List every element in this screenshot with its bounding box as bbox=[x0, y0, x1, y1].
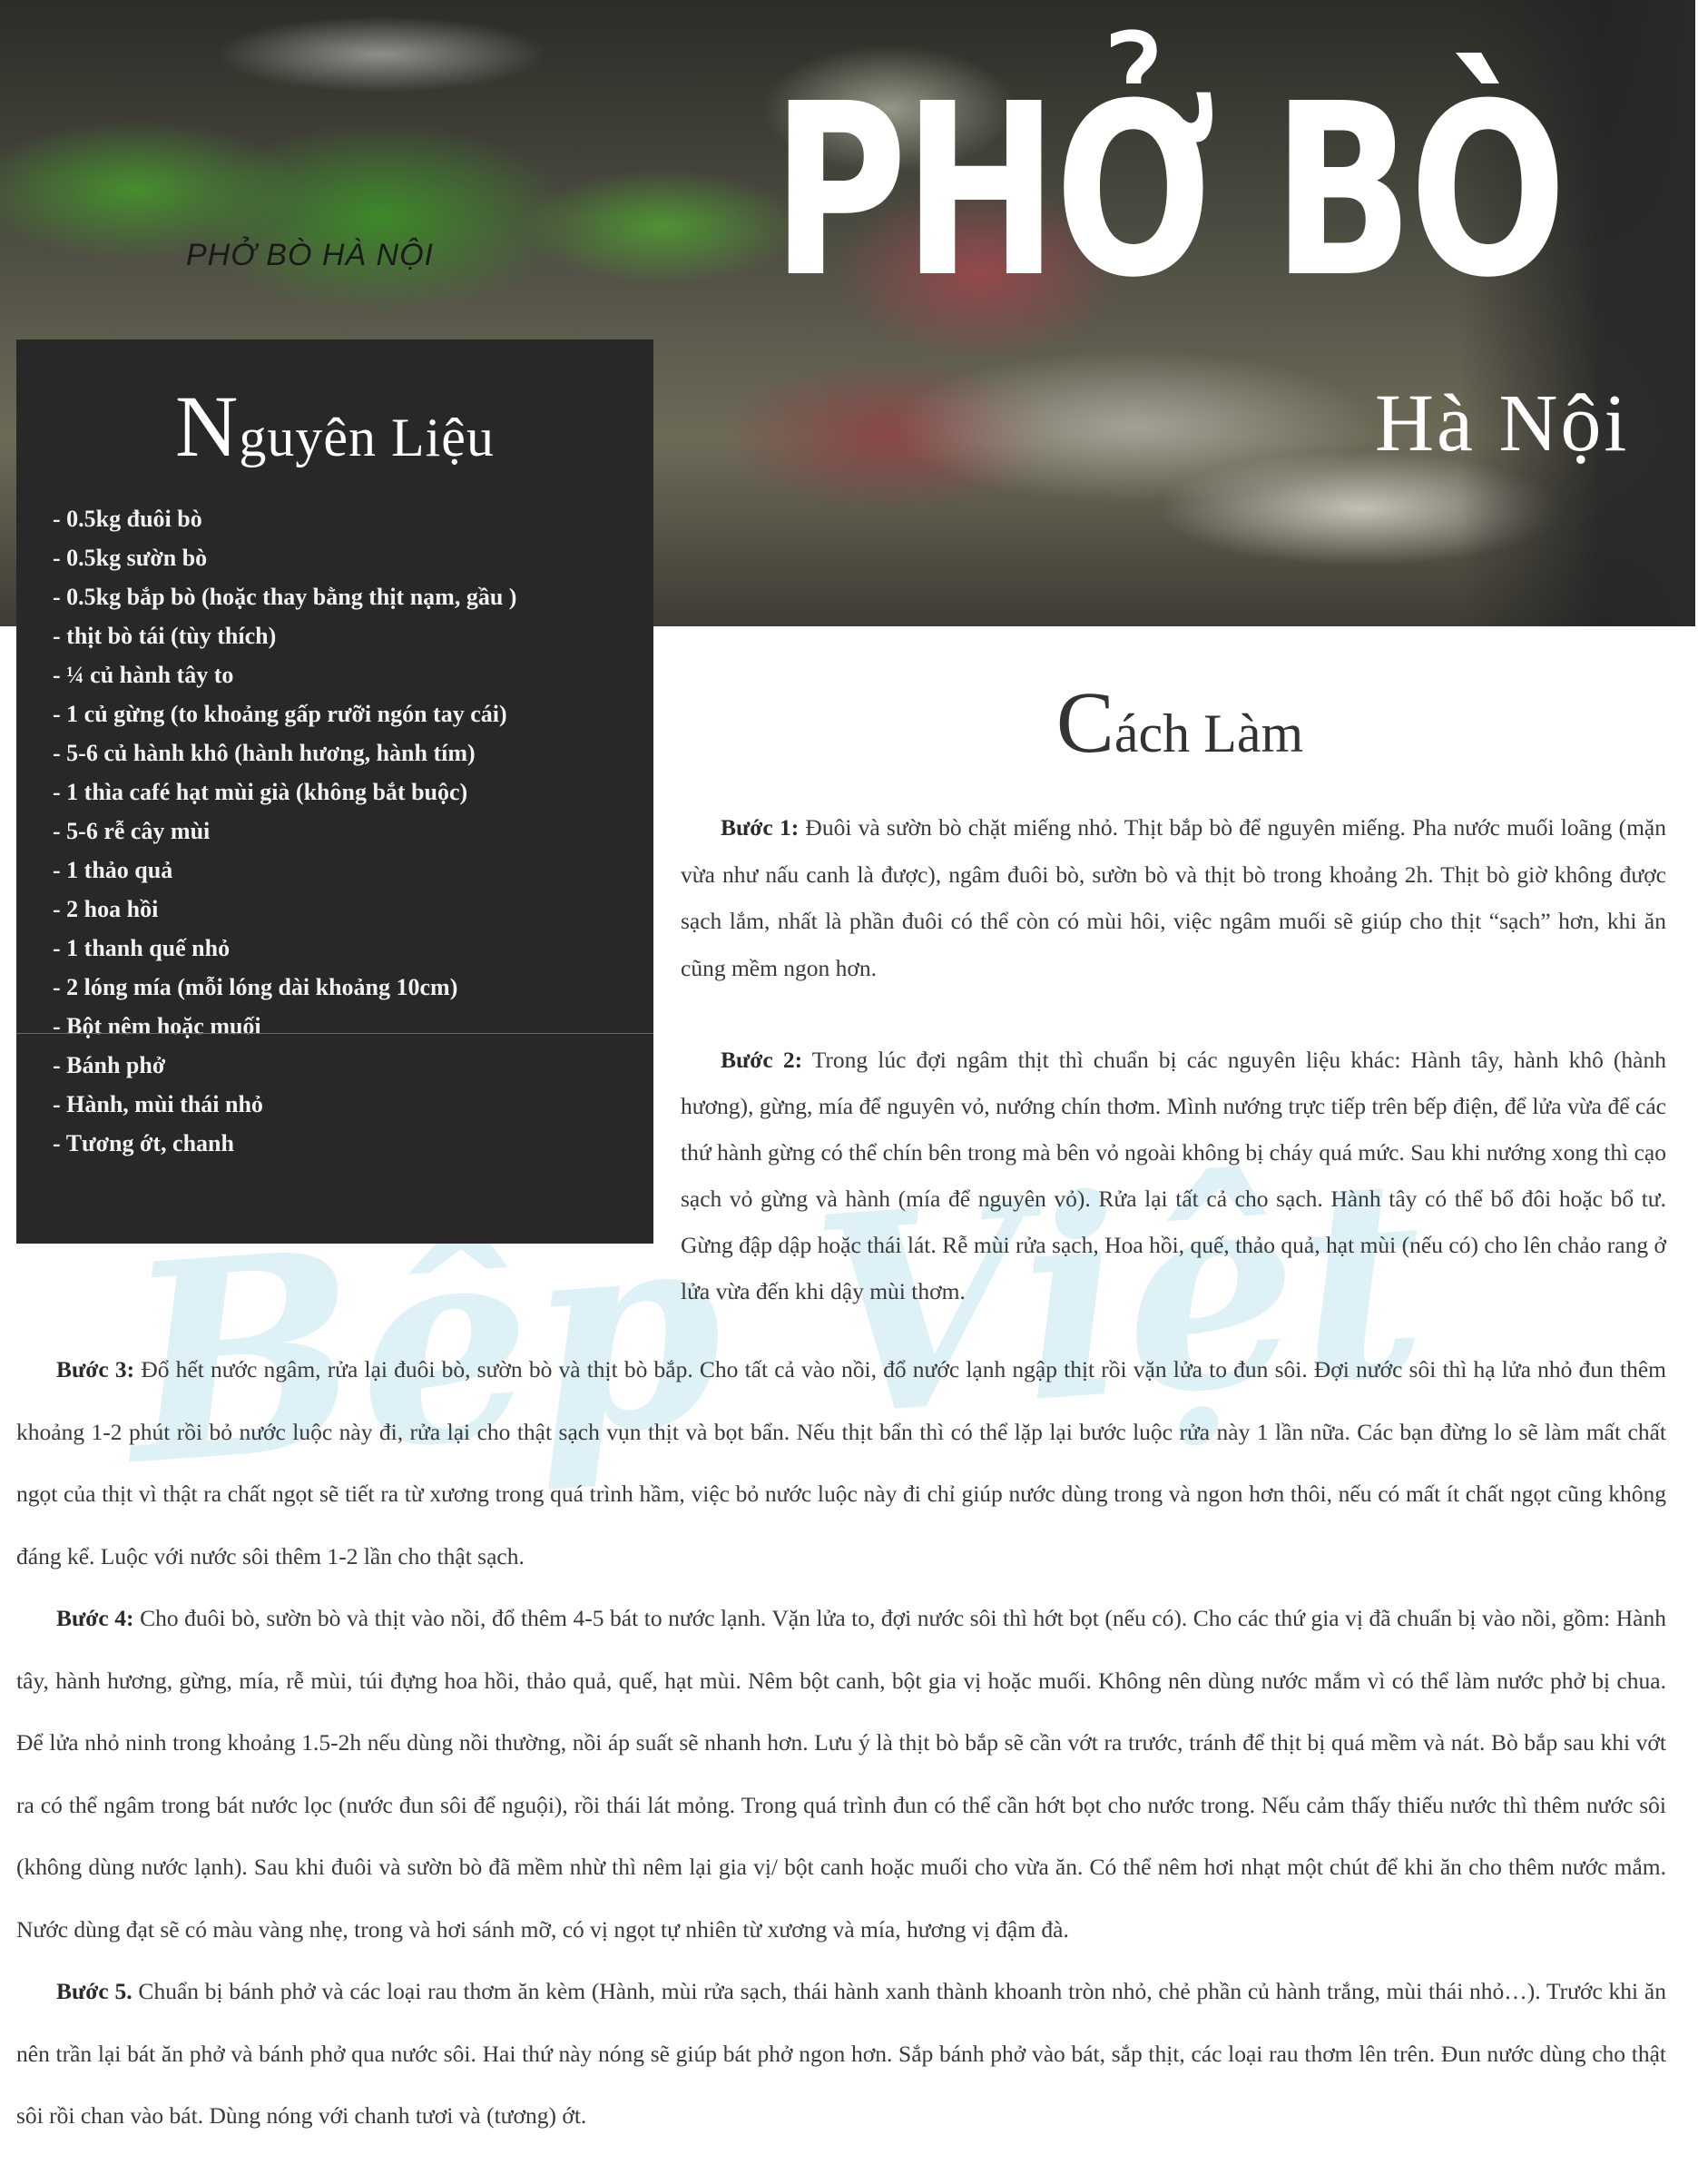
list-item: - ¼ củ hành tây to bbox=[53, 662, 234, 688]
step-label: Bước 3: bbox=[56, 1356, 135, 1382]
step-2-paragraph: Bước 2: Trong lúc đợi ngâm thịt thì chuẩ… bbox=[681, 1037, 1666, 1314]
ingredients-panel: Nguyên Liệu - 0.5kg đuôi bò - 0.5kg sườn… bbox=[16, 339, 653, 1244]
step-1-paragraph: Bước 1: Đuôi và sườn bò chặt miếng nhỏ. … bbox=[681, 804, 1666, 991]
list-item: - 1 củ gừng (to khoảng gấp rưỡi ngón tay… bbox=[53, 701, 507, 727]
step-text: Chuẩn bị bánh phở và các loại rau thơm ă… bbox=[16, 1978, 1666, 2129]
list-item: - 1 thìa café hạt mùi già (không bắt buộ… bbox=[53, 779, 468, 805]
list-item: - 1 thảo quả bbox=[53, 857, 173, 883]
list-item: - Tương ớt, chanh bbox=[53, 1130, 234, 1156]
panel-divider bbox=[16, 1033, 653, 1034]
step-label: Bước 2: bbox=[721, 1047, 803, 1073]
step-text: Đổ hết nước ngâm, rửa lại đuôi bò, sườn … bbox=[16, 1356, 1666, 1569]
list-item: - 5-6 củ hành khô (hành hương, hành tím) bbox=[53, 740, 476, 766]
step-text: Trong lúc đợi ngâm thịt thì chuẩn bị các… bbox=[681, 1047, 1666, 1304]
list-item: - 2 hoa hồi bbox=[53, 896, 159, 922]
step-4-paragraph: Bước 4: Cho đuôi bò, sườn bò và thịt vào… bbox=[16, 1588, 1666, 1961]
method-title: Cách Làm bbox=[989, 672, 1370, 772]
ingredients-title-rest: guyên Liệu bbox=[239, 408, 495, 467]
method-title-cap: C bbox=[1055, 674, 1114, 771]
hero-small-caption: PHỞ BÒ HÀ NỘI bbox=[186, 238, 434, 272]
method-title-rest: ách Làm bbox=[1114, 703, 1304, 763]
ingredients-title-cap: N bbox=[175, 378, 240, 475]
step-text: Cho đuôi bò, sườn bò và thịt vào nồi, đổ… bbox=[16, 1605, 1666, 1943]
step-3-paragraph: Bước 3: Đổ hết nước ngâm, rửa lại đuôi b… bbox=[16, 1339, 1666, 1588]
step-text: Đuôi và sườn bò chặt miếng nhỏ. Thịt bắp… bbox=[681, 814, 1666, 981]
list-item: - thịt bò tái (tùy thích) bbox=[53, 623, 277, 649]
page-title: PHỞ BÒ bbox=[771, 53, 1567, 330]
ingredients-list: - 0.5kg đuôi bò - 0.5kg sườn bò - 0.5kg … bbox=[53, 499, 516, 1163]
list-item: - 2 lóng mía (mỗi lóng dài khoảng 10cm) bbox=[53, 974, 458, 1000]
step-5-paragraph: Bước 5. Chuẩn bị bánh phở và các loại ra… bbox=[16, 1961, 1666, 2148]
list-item: - Bánh phở bbox=[53, 1052, 166, 1078]
step-label: Bước 1: bbox=[721, 814, 800, 841]
list-item: - 0.5kg bắp bò (hoặc thay bằng thịt nạm,… bbox=[53, 584, 517, 610]
list-item: - 1 thanh quế nhỏ bbox=[53, 935, 231, 961]
ingredients-title: Nguyên Liệu bbox=[16, 376, 653, 477]
step-label: Bước 4: bbox=[56, 1605, 134, 1631]
list-item: - 5-6 rễ cây mùi bbox=[53, 818, 211, 844]
page-subtitle: Hà Nội bbox=[1375, 379, 1630, 468]
list-item: - 0.5kg đuôi bò bbox=[53, 506, 202, 532]
step-label: Bước 5. bbox=[56, 1978, 133, 2004]
list-item: - 0.5kg sườn bò bbox=[53, 545, 208, 571]
list-item: - Hành, mùi thái nhỏ bbox=[53, 1091, 263, 1117]
list-item: - Bột nêm hoặc muối bbox=[53, 1013, 261, 1039]
